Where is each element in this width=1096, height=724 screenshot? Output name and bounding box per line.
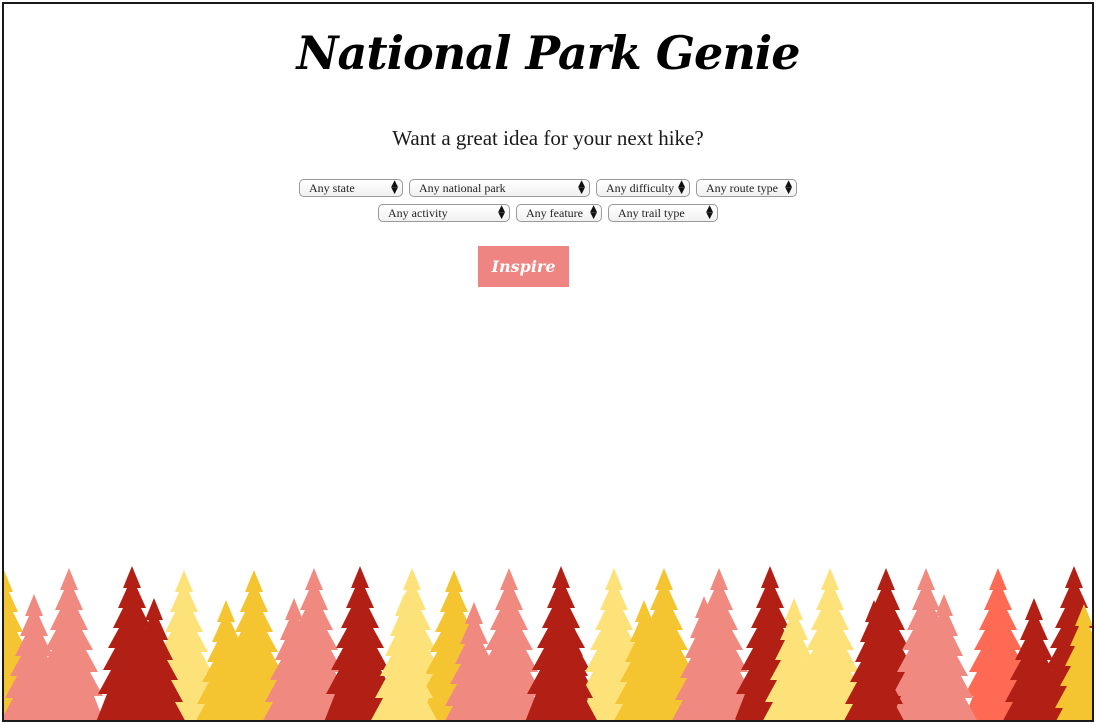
page-subtitle: Want a great idea for your next hike? bbox=[392, 126, 704, 150]
difficulty-select[interactable]: Any difficulty ▲ ▼ bbox=[596, 179, 690, 197]
state-select-value: Any state bbox=[309, 181, 355, 195]
select-arrows-icon: ▲ ▼ bbox=[578, 179, 585, 196]
select-arrows-icon: ▲ ▼ bbox=[498, 204, 505, 221]
filters-row-1: Any state ▲ ▼ Any national park ▲ ▼ Any di… bbox=[4, 179, 1092, 197]
select-arrows-icon: ▲ ▼ bbox=[678, 179, 685, 196]
feature-select-value: Any feature bbox=[526, 206, 583, 220]
trail-type-select[interactable]: Any trail type ▲ ▼ bbox=[608, 204, 718, 222]
route-type-select[interactable]: Any route type ▲ ▼ bbox=[696, 179, 797, 197]
national-park-select[interactable]: Any national park ▲ ▼ bbox=[409, 179, 590, 197]
difficulty-select-value: Any difficulty bbox=[606, 181, 675, 195]
inspire-me-button[interactable]: Inspire me! bbox=[478, 246, 569, 317]
national-park-select-value: Any national park bbox=[419, 181, 506, 195]
forest-illustration bbox=[4, 566, 1092, 720]
feature-select[interactable]: Any feature ▲ ▼ bbox=[516, 204, 602, 222]
trail-type-select-value: Any trail type bbox=[618, 206, 685, 220]
select-arrows-icon: ▲ ▼ bbox=[706, 204, 713, 221]
route-type-select-value: Any route type bbox=[706, 181, 778, 195]
activity-select-value: Any activity bbox=[388, 206, 448, 220]
page-title: National Park Genie bbox=[296, 26, 800, 80]
activity-select[interactable]: Any activity ▲ ▼ bbox=[378, 204, 510, 222]
filters-row-2: Any activity ▲ ▼ Any feature ▲ ▼ Any trail… bbox=[4, 204, 1092, 222]
select-arrows-icon: ▲ ▼ bbox=[785, 179, 792, 196]
state-select[interactable]: Any state ▲ ▼ bbox=[299, 179, 403, 197]
select-arrows-icon: ▲ ▼ bbox=[391, 179, 398, 196]
page-frame: National Park Genie Want a great idea fo… bbox=[2, 2, 1094, 722]
select-arrows-icon: ▲ ▼ bbox=[590, 204, 597, 221]
